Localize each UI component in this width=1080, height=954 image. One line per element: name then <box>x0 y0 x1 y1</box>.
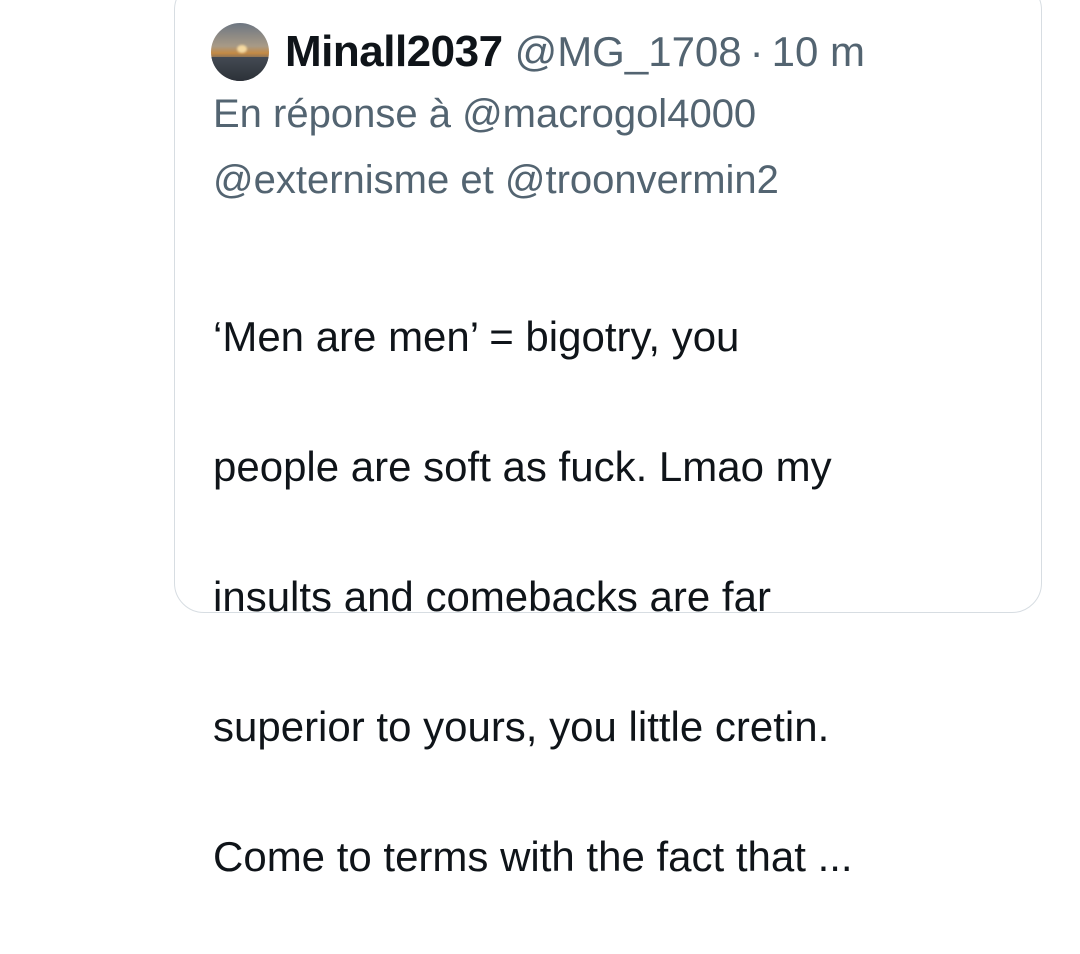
mention-link[interactable]: @macrogol4000 <box>462 92 756 136</box>
reply-conjunction: et <box>460 158 494 202</box>
tweet-header: Minall2037 @MG_1708 · 10 m <box>211 21 865 83</box>
tweet-text-line: ‘Men are men’ = bigotry, you <box>213 313 740 360</box>
mention-link[interactable]: @troonvermin2 <box>505 158 779 202</box>
tweet-text-line: Come to terms with the fact that ... <box>213 833 853 880</box>
reply-prefix: En réponse à <box>213 92 451 136</box>
tweet-text-line: people are soft as fuck. Lmao my <box>213 443 832 490</box>
avatar-sun <box>237 45 247 53</box>
mention-link[interactable]: @externisme <box>213 158 449 202</box>
tweet-text-line: insults and comebacks are far <box>213 573 771 620</box>
avatar-sea <box>211 57 269 81</box>
tweet-text-line: superior to yours, you little cretin. <box>213 703 830 750</box>
author-handle[interactable]: @MG_1708 <box>515 28 742 76</box>
quoted-tweet-card[interactable]: Minall2037 @MG_1708 · 10 m En réponse à … <box>174 0 1042 880</box>
tweet-body: ‘Men are men’ = bigotry, you people are … <box>213 239 1013 954</box>
tweet-timestamp[interactable]: 10 m <box>772 28 865 76</box>
reply-context: En réponse à @macrogol4000 @externisme e… <box>213 81 1013 213</box>
avatar[interactable] <box>211 23 269 81</box>
author-display-name[interactable]: Minall2037 <box>285 27 503 77</box>
separator-dot: · <box>749 28 764 75</box>
